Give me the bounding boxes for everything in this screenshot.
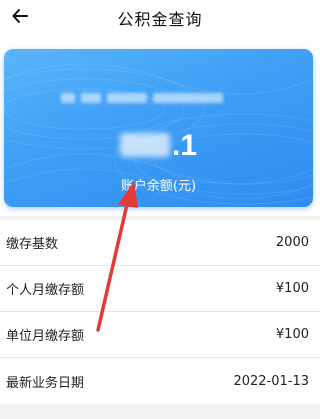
row-label: 缴存基数 xyxy=(6,237,59,252)
row-label: 个人月缴存额 xyxy=(6,283,85,298)
account-name-masked xyxy=(61,92,223,104)
list-item: 单位月缴存额 ¥100 xyxy=(0,312,320,358)
masked-digits xyxy=(119,133,170,157)
info-list: 缴存基数 2000 个人月缴存额 ¥100 单位月缴存额 ¥100 最新业务日期… xyxy=(0,220,320,404)
app-header: 公积金查询 xyxy=(0,0,320,36)
balance-amount: .1 xyxy=(4,129,313,163)
list-item: 最新业务日期 2022-01-13 xyxy=(0,358,320,404)
balance-label: 账户余额(元) xyxy=(120,179,197,194)
row-label: 最新业务日期 xyxy=(6,375,85,391)
row-value: ¥100 xyxy=(275,281,309,296)
list-item: 缴存基数 2000 xyxy=(0,220,320,266)
page-title: 公积金查询 xyxy=(117,10,203,29)
list-item: 个人月缴存额 ¥100 xyxy=(0,266,320,312)
row-value: ¥100 xyxy=(275,327,309,342)
row-label: 单位月缴存额 xyxy=(6,329,85,344)
card-section: .1 账户余额(元) xyxy=(0,36,320,216)
balance-card: .1 账户余额(元) xyxy=(4,49,313,207)
row-value: 2000 xyxy=(275,235,309,250)
balance-amount-suffix: .1 xyxy=(171,129,198,162)
row-value: 2022-01-13 xyxy=(233,373,309,389)
